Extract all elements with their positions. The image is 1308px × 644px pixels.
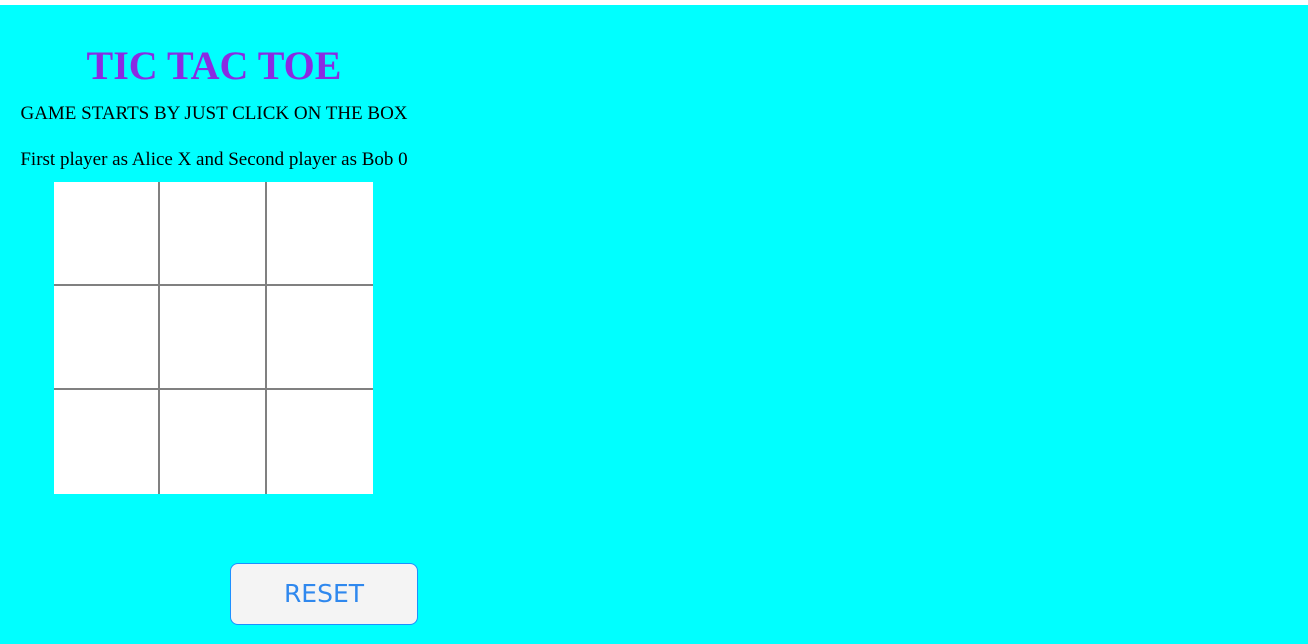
reset-button[interactable]: RESET [230, 563, 418, 625]
game-title: TIC TAC TOE [86, 43, 342, 88]
game-page: TIC TAC TOE GAME STARTS BY JUST CLICK ON… [0, 5, 1308, 644]
board-cell-7[interactable] [54, 390, 160, 494]
board-cell-4[interactable] [54, 286, 160, 390]
board-cell-5[interactable] [160, 286, 267, 390]
board-cell-8[interactable] [160, 390, 267, 494]
board-cell-2[interactable] [160, 182, 267, 286]
board-cell-9[interactable] [267, 390, 373, 494]
board-cell-3[interactable] [267, 182, 373, 286]
game-board [54, 182, 373, 494]
players-info: First player as Alice X and Second playe… [20, 149, 408, 170]
board-cell-6[interactable] [267, 286, 373, 390]
board-cell-1[interactable] [54, 182, 160, 286]
game-instruction: GAME STARTS BY JUST CLICK ON THE BOX [20, 103, 408, 124]
